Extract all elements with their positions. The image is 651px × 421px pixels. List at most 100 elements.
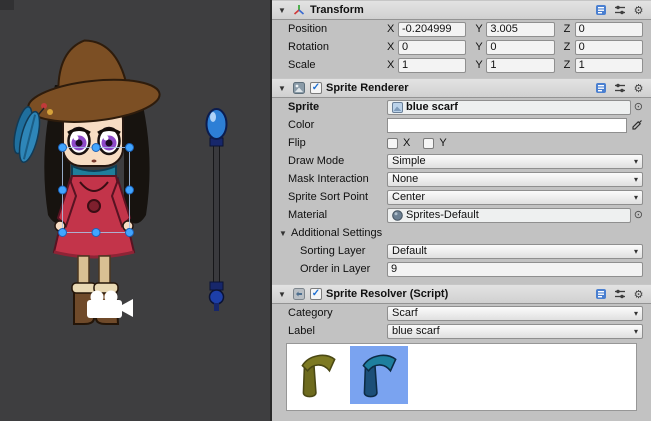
sprite-object-field[interactable]: blue scarf: [387, 100, 631, 115]
category-dropdown[interactable]: Scarf ▾: [387, 306, 643, 321]
feather: [9, 105, 45, 164]
inspector-panel: ▼ Transform ⚙ Position X Y Z Rotation: [270, 0, 651, 421]
gear-menu-icon[interactable]: ⚙: [631, 3, 646, 17]
mask-interaction-label: Mask Interaction: [288, 173, 384, 185]
rotation-label: Rotation: [288, 41, 384, 53]
x-axis-label: X: [387, 59, 396, 71]
sprite-resolver-title: Sprite Resolver (Script): [326, 288, 448, 300]
label-dropdown[interactable]: blue scarf ▾: [387, 324, 643, 339]
sprite-thumbnail-blue-scarf[interactable]: [350, 346, 408, 404]
sorting-layer-value: Default: [392, 245, 634, 257]
mask-interaction-dropdown[interactable]: None ▾: [387, 172, 643, 187]
flip-row: Flip X Y: [272, 134, 651, 152]
material-label: Material: [288, 209, 384, 221]
scene-corner-decoration: [0, 0, 14, 10]
camera-gizmo-icon[interactable]: [87, 291, 133, 319]
position-row: Position X Y Z: [272, 20, 651, 38]
gear-menu-icon[interactable]: ⚙: [631, 287, 646, 301]
scale-label: Scale: [288, 59, 384, 71]
sorting-layer-row: Sorting Layer Default ▾: [272, 242, 651, 260]
help-icon[interactable]: [593, 3, 608, 17]
rotation-x-field[interactable]: [398, 40, 466, 55]
sprite-thumbnail-icon: [391, 100, 403, 114]
sprite-sort-point-dropdown[interactable]: Center ▾: [387, 190, 643, 205]
chevron-down-icon: ▾: [634, 309, 638, 318]
help-icon[interactable]: [593, 81, 608, 95]
sprite-renderer-enabled-checkbox[interactable]: ✓: [310, 82, 322, 94]
sprite-resolver-header[interactable]: ▼ ✓ Sprite Resolver (Script) ⚙: [272, 284, 651, 304]
label-value: blue scarf: [392, 325, 634, 337]
foldout-icon[interactable]: ▼: [277, 290, 287, 299]
y-axis-label: Y: [475, 41, 484, 53]
draw-mode-dropdown[interactable]: Simple ▾: [387, 154, 643, 169]
staff-sprite[interactable]: [207, 109, 227, 311]
label-label: Label: [288, 325, 384, 337]
color-swatch-field[interactable]: [387, 118, 627, 133]
gear-menu-icon[interactable]: ⚙: [631, 81, 646, 95]
chevron-down-icon: ▾: [634, 175, 638, 184]
preset-icon[interactable]: [612, 287, 627, 301]
sprite-row: Sprite blue scarf ⊙: [272, 98, 651, 116]
character-sprite[interactable]: [9, 33, 162, 324]
order-in-layer-field[interactable]: [387, 262, 643, 277]
position-label: Position: [288, 23, 384, 35]
transform-tool-icon: [291, 3, 306, 17]
material-sphere-icon: [391, 208, 403, 222]
color-label: Color: [288, 119, 384, 131]
sorting-layer-label: Sorting Layer: [300, 245, 384, 257]
position-z-field[interactable]: [575, 22, 643, 37]
category-row: Category Scarf ▾: [272, 304, 651, 322]
mask-interaction-value: None: [392, 173, 634, 185]
sprite-renderer-header[interactable]: ▼ ✓ Sprite Renderer ⚙: [272, 78, 651, 98]
help-icon[interactable]: [593, 287, 608, 301]
foldout-icon[interactable]: ▼: [277, 6, 287, 15]
mouth: [92, 160, 97, 163]
scale-z-field[interactable]: [575, 58, 643, 73]
additional-settings-foldout[interactable]: ▼ Additional Settings: [272, 224, 651, 242]
sprite-renderer-icon: [291, 81, 306, 95]
rotation-y-field[interactable]: [486, 40, 554, 55]
category-label: Category: [288, 307, 384, 319]
draw-mode-value: Simple: [392, 155, 634, 167]
flip-x-checkbox[interactable]: [387, 138, 398, 149]
flip-y-checkbox[interactable]: [423, 138, 434, 149]
foldout-icon[interactable]: ▼: [278, 229, 288, 238]
object-picker-icon[interactable]: ⊙: [634, 210, 643, 221]
rotation-row: Rotation X Y Z: [272, 38, 651, 56]
sprite-thumbnail-olive-scarf[interactable]: [289, 346, 347, 404]
sprite-sort-point-label: Sprite Sort Point: [288, 191, 384, 203]
position-y-field[interactable]: [486, 22, 554, 37]
scene-view[interactable]: [0, 0, 270, 421]
scale-y-field[interactable]: [486, 58, 554, 73]
scale-x-field[interactable]: [398, 58, 466, 73]
y-axis-label: Y: [475, 23, 484, 35]
label-row: Label blue scarf ▾: [272, 322, 651, 340]
transform-header[interactable]: ▼ Transform ⚙: [272, 0, 651, 20]
x-axis-label: X: [387, 23, 396, 35]
object-picker-icon[interactable]: ⊙: [634, 102, 643, 113]
color-row: Color: [272, 116, 651, 134]
flip-label: Flip: [288, 137, 384, 149]
order-in-layer-label: Order in Layer: [300, 263, 384, 275]
z-axis-label: Z: [564, 23, 573, 35]
preset-icon[interactable]: [612, 3, 627, 17]
z-axis-label: Z: [564, 41, 573, 53]
x-axis-label: X: [387, 41, 396, 53]
sprite-sort-point-row: Sprite Sort Point Center ▾: [272, 188, 651, 206]
flip-y-label: Y: [439, 137, 446, 149]
material-row: Material Sprites-Default ⊙: [272, 206, 651, 224]
sorting-layer-dropdown[interactable]: Default ▾: [387, 244, 643, 259]
rotation-z-field[interactable]: [575, 40, 643, 55]
position-x-field[interactable]: [398, 22, 466, 37]
sprite-value: blue scarf: [406, 101, 627, 113]
draw-mode-row: Draw Mode Simple ▾: [272, 152, 651, 170]
chevron-down-icon: ▾: [634, 327, 638, 336]
material-object-field[interactable]: Sprites-Default: [387, 208, 631, 223]
eyedropper-icon[interactable]: [630, 118, 643, 132]
sprite-resolver-enabled-checkbox[interactable]: ✓: [310, 288, 322, 300]
scale-row: Scale X Y Z: [272, 56, 651, 74]
preset-icon[interactable]: [612, 81, 627, 95]
scene-canvas: [0, 0, 270, 421]
chevron-down-icon: ▾: [634, 193, 638, 202]
foldout-icon[interactable]: ▼: [277, 84, 287, 93]
